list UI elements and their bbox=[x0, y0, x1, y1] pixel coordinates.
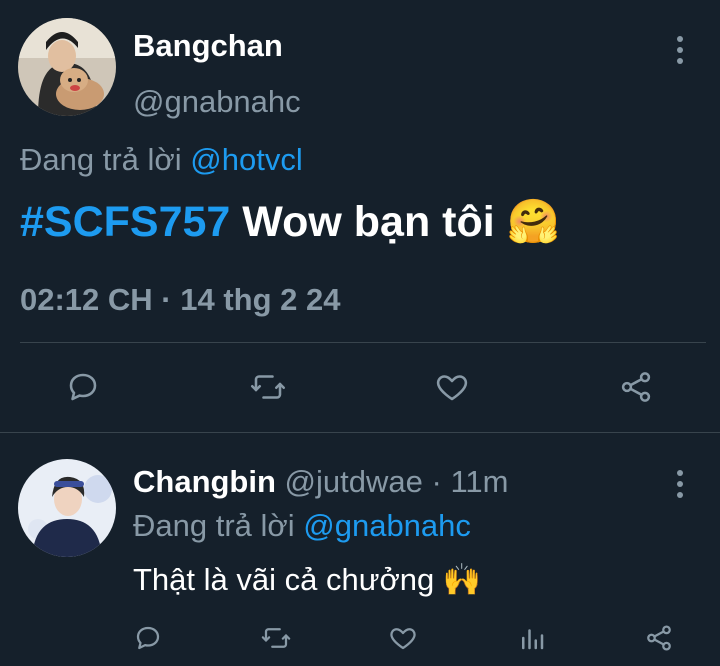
reply-icon bbox=[136, 626, 160, 650]
reply-text: Thật là vãi cả chưởng 🙌 bbox=[133, 559, 482, 601]
avatar-image bbox=[18, 18, 116, 116]
reply-icon bbox=[69, 373, 97, 401]
replying-to-line: Đang trả lời @hotvcl bbox=[20, 140, 303, 180]
reply-analytics-button[interactable] bbox=[514, 618, 550, 658]
reply-replying-to-link[interactable]: @gnabnahc bbox=[303, 508, 471, 543]
reply-time[interactable]: 11m bbox=[450, 464, 508, 499]
divider-top bbox=[20, 342, 706, 343]
analytics-icon bbox=[522, 629, 544, 650]
reply-replying-to-line: Đang trả lời @gnabnahc bbox=[133, 506, 471, 546]
user-handle[interactable]: @gnabnahc bbox=[133, 82, 301, 122]
like-button[interactable] bbox=[430, 365, 474, 409]
tweet-text: #SCFS757 Wow bạn tôi 🤗 bbox=[20, 196, 560, 248]
divider-bottom bbox=[0, 432, 720, 433]
replying-to-link[interactable]: @hotvcl bbox=[190, 142, 302, 177]
reply-reply-button[interactable] bbox=[130, 618, 166, 658]
avatar-changbin[interactable] bbox=[18, 459, 116, 557]
reply-replying-prefix: Đang trả lời bbox=[133, 508, 295, 543]
reply-separator: · bbox=[431, 464, 442, 499]
display-name[interactable]: Bangchan bbox=[133, 26, 283, 66]
retweet-icon bbox=[250, 375, 286, 399]
avatar-image bbox=[18, 459, 116, 557]
share-icon bbox=[621, 372, 651, 402]
reply-more-options-icon[interactable] bbox=[677, 470, 683, 498]
retweet-icon bbox=[261, 628, 291, 648]
share-icon bbox=[647, 625, 671, 651]
timestamp[interactable]: 02:12 CH · 14 thg 2 24 bbox=[20, 280, 340, 320]
more-options-icon[interactable] bbox=[677, 36, 683, 64]
reply-like-button[interactable] bbox=[385, 618, 421, 658]
raising-hands-emoji: 🙌 bbox=[442, 562, 482, 598]
reply-retweet-button[interactable] bbox=[258, 618, 294, 658]
replying-prefix: Đang trả lời bbox=[20, 142, 182, 177]
reply-share-button[interactable] bbox=[641, 618, 677, 658]
share-button[interactable] bbox=[614, 365, 658, 409]
reply-body: Thật là vãi cả chưởng bbox=[133, 562, 435, 597]
retweet-button[interactable] bbox=[246, 365, 290, 409]
reply-button[interactable] bbox=[61, 365, 105, 409]
hugging-face-emoji: 🤗 bbox=[506, 197, 561, 247]
hashtag-link[interactable]: #SCFS757 bbox=[20, 198, 230, 246]
avatar-bangchan[interactable] bbox=[18, 18, 116, 116]
tweet-body: Wow bạn tôi bbox=[242, 198, 495, 246]
reply-display-name[interactable]: Changbin bbox=[133, 464, 276, 499]
heart-icon bbox=[436, 375, 468, 401]
reply-user-handle[interactable]: @jutdwae bbox=[285, 464, 423, 499]
reply-header: Changbin @jutdwae · 11m bbox=[133, 462, 508, 502]
heart-icon bbox=[390, 628, 416, 650]
